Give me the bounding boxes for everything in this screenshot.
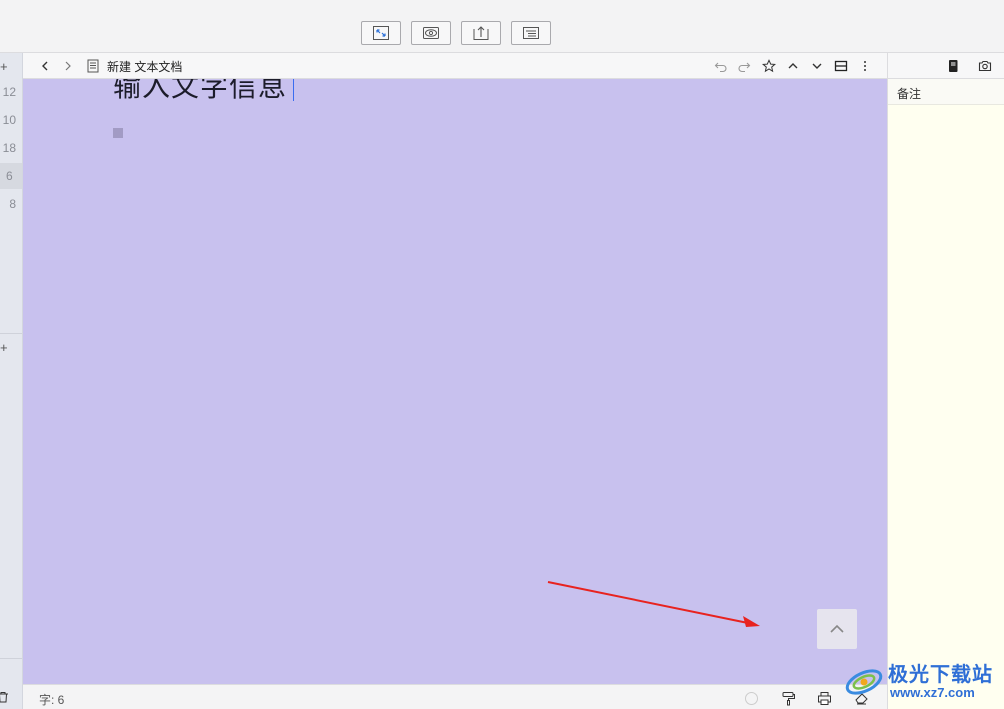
trash-icon[interactable] (0, 691, 9, 703)
sync-status[interactable] (743, 690, 759, 706)
star-icon (762, 59, 776, 73)
chevron-left-icon (42, 61, 48, 71)
notebook-icon (949, 60, 958, 72)
block-marker[interactable] (113, 128, 123, 138)
previous-button[interactable] (785, 58, 801, 74)
document-icon-wrap (85, 58, 101, 74)
editor-area[interactable]: 输入文字信息 (23, 79, 887, 684)
notes-tab-button[interactable] (945, 58, 961, 74)
left-strip: + 12 10 18 6 8 + (0, 53, 23, 709)
annotation-arrow (547, 581, 760, 627)
layout-icon (834, 60, 848, 72)
next-button[interactable] (809, 58, 825, 74)
screenshot-button[interactable] (977, 58, 993, 74)
forward-button[interactable] (60, 58, 76, 74)
list-count-active[interactable]: 6 (0, 163, 22, 189)
list-count-5[interactable]: 8 (0, 197, 16, 211)
divider (0, 658, 22, 659)
add-group-button[interactable]: + (0, 59, 10, 74)
watermark-name: 极光下载站 (888, 664, 993, 686)
status-bar: 字: 6 (23, 684, 887, 709)
document-icon (87, 59, 99, 73)
redo-button[interactable] (736, 58, 752, 74)
circle-icon (744, 691, 758, 705)
fullscreen-button[interactable] (361, 21, 401, 45)
list-count-1[interactable]: 12 (0, 85, 16, 99)
eye-icon (423, 27, 439, 39)
notes-tab[interactable]: 备注 (888, 79, 1004, 105)
add-item-button[interactable]: + (0, 340, 10, 355)
word-count: 字: 6 (39, 693, 65, 707)
preview-button[interactable] (411, 21, 451, 45)
export-button[interactable] (461, 21, 501, 45)
chevron-down-icon (812, 63, 822, 69)
more-vertical-icon (864, 61, 866, 71)
watermark-logo-icon (845, 669, 883, 695)
notes-panel: 备注 (887, 53, 1004, 709)
notes-panel-header (888, 53, 1004, 79)
export-icon (473, 26, 489, 40)
favorite-button[interactable] (761, 58, 777, 74)
redo-icon (738, 62, 751, 73)
paint-roller-icon (782, 691, 795, 705)
expand-icon (373, 26, 389, 40)
watermark-url: www.xz7.com (890, 685, 975, 700)
more-button[interactable] (857, 58, 873, 74)
text-caret (293, 79, 294, 101)
chevron-up-icon (830, 624, 844, 633)
divider (0, 333, 22, 334)
document-heading[interactable]: 输入文字信息 (113, 79, 287, 105)
print-button[interactable] (816, 690, 832, 706)
printer-icon (817, 691, 831, 705)
list-count-2[interactable]: 10 (0, 113, 16, 127)
notes-tab-label: 备注 (897, 87, 922, 101)
chevron-up-icon (788, 63, 798, 69)
back-button[interactable] (37, 58, 53, 74)
list-count-3[interactable]: 18 (0, 141, 16, 155)
top-toolbar (0, 0, 1004, 53)
format-painter-button[interactable] (780, 690, 796, 706)
document-header: 新建 文本文档 (23, 53, 887, 79)
chevron-right-icon (65, 61, 71, 71)
undo-button[interactable] (713, 58, 729, 74)
layout-button[interactable] (833, 58, 849, 74)
outline-icon (523, 27, 539, 39)
camera-icon (978, 60, 992, 72)
scroll-to-top-button[interactable] (817, 609, 857, 649)
watermark: 极光下载站 www.xz7.com (842, 656, 1004, 706)
undo-icon (714, 62, 727, 73)
document-title: 新建 文本文档 (107, 60, 183, 74)
outline-button[interactable] (511, 21, 551, 45)
